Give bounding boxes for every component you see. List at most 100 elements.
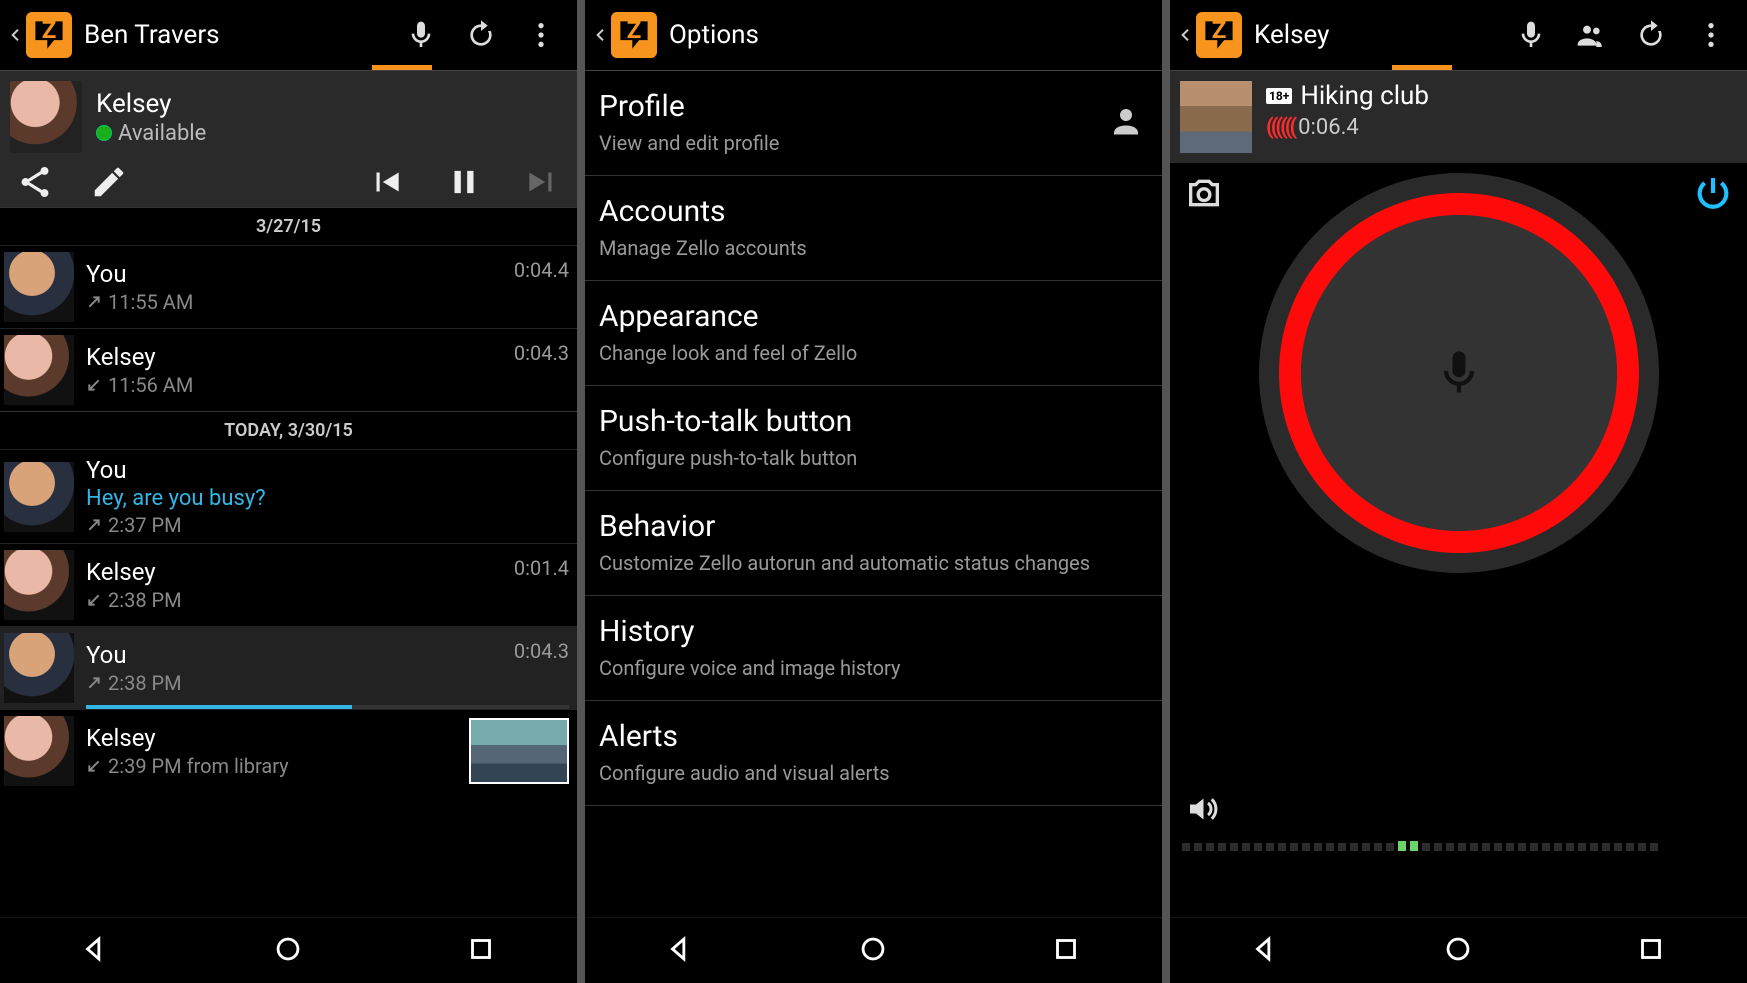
- contact-header: Kelsey Available: [0, 70, 577, 207]
- edit-button[interactable]: [90, 163, 128, 201]
- channel-header: 18+ Hiking club (((((( 0:06.4: [1170, 70, 1747, 163]
- back-button[interactable]: [591, 0, 611, 70]
- nav-home[interactable]: [1441, 932, 1475, 970]
- message-row[interactable]: Kelsey 2:38 PM 0:01.4: [0, 543, 577, 626]
- nav-home[interactable]: [856, 932, 890, 970]
- options-list: Profile View and edit profile Accounts M…: [585, 71, 1162, 917]
- opt-title: Alerts: [599, 719, 1148, 754]
- power-button[interactable]: [1693, 173, 1733, 217]
- date-separator: 3/27/15: [0, 207, 577, 245]
- channel-avatar[interactable]: [1180, 81, 1252, 153]
- speaker-button[interactable]: [1184, 791, 1739, 831]
- message-row[interactable]: You 11:55 AM 0:04.4: [0, 245, 577, 328]
- back-button[interactable]: [1176, 0, 1196, 70]
- history-tab[interactable]: [451, 0, 511, 70]
- nav-back[interactable]: [79, 932, 113, 970]
- opt-title: History: [599, 614, 1148, 649]
- msg-time: 11:55 AM: [108, 290, 193, 314]
- app-logo[interactable]: [1196, 12, 1242, 58]
- option-behavior[interactable]: Behavior Customize Zello autorun and aut…: [585, 491, 1162, 596]
- page-title: Kelsey: [1254, 20, 1501, 50]
- msg-time: 2:38 PM: [108, 588, 182, 612]
- opt-sub: Configure push-to-talk button: [599, 445, 1148, 472]
- next-button[interactable]: [523, 163, 561, 201]
- mic-tab[interactable]: [391, 0, 451, 70]
- msg-sender: You: [86, 456, 569, 484]
- channel-name: Hiking club: [1300, 81, 1429, 111]
- actionbar: Kelsey: [1170, 0, 1747, 70]
- incoming-icon: [86, 377, 102, 393]
- page-title: Options: [669, 20, 1156, 50]
- overflow-menu[interactable]: [1681, 0, 1741, 70]
- status-dot-icon: [96, 125, 112, 141]
- pause-button[interactable]: [445, 163, 483, 201]
- msg-sender: Kelsey: [86, 343, 506, 371]
- ptt-button[interactable]: [1259, 173, 1659, 573]
- option-appearance[interactable]: Appearance Change look and feel of Zello: [585, 281, 1162, 386]
- nav-recent[interactable]: [1049, 932, 1083, 970]
- option-profile[interactable]: Profile View and edit profile: [585, 71, 1162, 176]
- message-row[interactable]: Kelsey 2:39 PM from library: [0, 709, 577, 792]
- share-button[interactable]: [16, 163, 54, 201]
- msg-sender: Kelsey: [86, 724, 461, 752]
- nav-recent[interactable]: [1634, 932, 1668, 970]
- option-alerts[interactable]: Alerts Configure audio and visual alerts: [585, 701, 1162, 806]
- mic-tab[interactable]: [1501, 0, 1561, 70]
- msg-duration: 0:04.3: [514, 341, 569, 365]
- nav-recent[interactable]: [464, 932, 498, 970]
- app-logo[interactable]: [611, 12, 657, 58]
- history-tab[interactable]: [1621, 0, 1681, 70]
- screen-ptt: Kelsey 18+ Hiking club (((((( 0:06.4: [1170, 0, 1747, 983]
- message-row[interactable]: You Hey, are you busy? 2:37 PM: [0, 449, 577, 543]
- prev-button[interactable]: [367, 163, 405, 201]
- opt-title: Profile: [599, 89, 1148, 124]
- msg-sender: Kelsey: [86, 558, 506, 586]
- message-row[interactable]: Kelsey 11:56 AM 0:04.3: [0, 328, 577, 411]
- nav-home[interactable]: [271, 932, 305, 970]
- contact-avatar[interactable]: [10, 81, 82, 153]
- app-logo[interactable]: [26, 12, 72, 58]
- tab-indicator: [372, 65, 432, 70]
- person-icon: [1108, 103, 1144, 143]
- opt-sub: Change look and feel of Zello: [599, 340, 1148, 367]
- outgoing-icon: [86, 294, 102, 310]
- actionbar: Ben Travers: [0, 0, 577, 70]
- opt-sub: Configure voice and image history: [599, 655, 1148, 682]
- incoming-icon: [86, 592, 102, 608]
- users-tab[interactable]: [1561, 0, 1621, 70]
- audio-levels: [1178, 841, 1739, 851]
- nav-back[interactable]: [1249, 932, 1283, 970]
- screen-chat: Ben Travers Kelsey Available: [0, 0, 577, 983]
- avatar: [4, 252, 74, 322]
- msg-duration: 0:01.4: [514, 556, 569, 580]
- opt-sub: Configure audio and visual alerts: [599, 760, 1148, 787]
- opt-title: Appearance: [599, 299, 1148, 334]
- option-accounts[interactable]: Accounts Manage Zello accounts: [585, 176, 1162, 281]
- msg-time: 2:38 PM: [108, 671, 182, 695]
- msg-duration: 0:04.4: [514, 258, 569, 282]
- msg-sender: You: [86, 641, 506, 669]
- opt-title: Accounts: [599, 194, 1148, 229]
- page-title: Ben Travers: [84, 20, 391, 50]
- message-row-playing[interactable]: You 2:38 PM 0:04.3: [0, 626, 577, 709]
- back-button[interactable]: [6, 0, 26, 70]
- opt-title: Behavior: [599, 509, 1148, 544]
- contact-name: Kelsey: [96, 89, 206, 119]
- msg-duration: 0:04.3: [514, 639, 569, 663]
- channel-timer: 0:06.4: [1298, 115, 1359, 140]
- option-ptt[interactable]: Push-to-talk button Configure push-to-ta…: [585, 386, 1162, 491]
- android-navbar: [0, 917, 577, 983]
- opt-sub: Manage Zello accounts: [599, 235, 1148, 262]
- outgoing-icon: [86, 517, 102, 533]
- camera-button[interactable]: [1184, 173, 1224, 217]
- image-thumbnail[interactable]: [469, 718, 569, 784]
- opt-sub: View and edit profile: [599, 130, 1148, 157]
- age-badge: 18+: [1266, 88, 1292, 104]
- actionbar: Options: [585, 0, 1162, 70]
- option-history[interactable]: History Configure voice and image histor…: [585, 596, 1162, 701]
- overflow-menu[interactable]: [511, 0, 571, 70]
- nav-back[interactable]: [664, 932, 698, 970]
- msg-text: Hey, are you busy?: [86, 486, 569, 511]
- date-separator: TODAY, 3/30/15: [0, 411, 577, 449]
- avatar: [4, 550, 74, 620]
